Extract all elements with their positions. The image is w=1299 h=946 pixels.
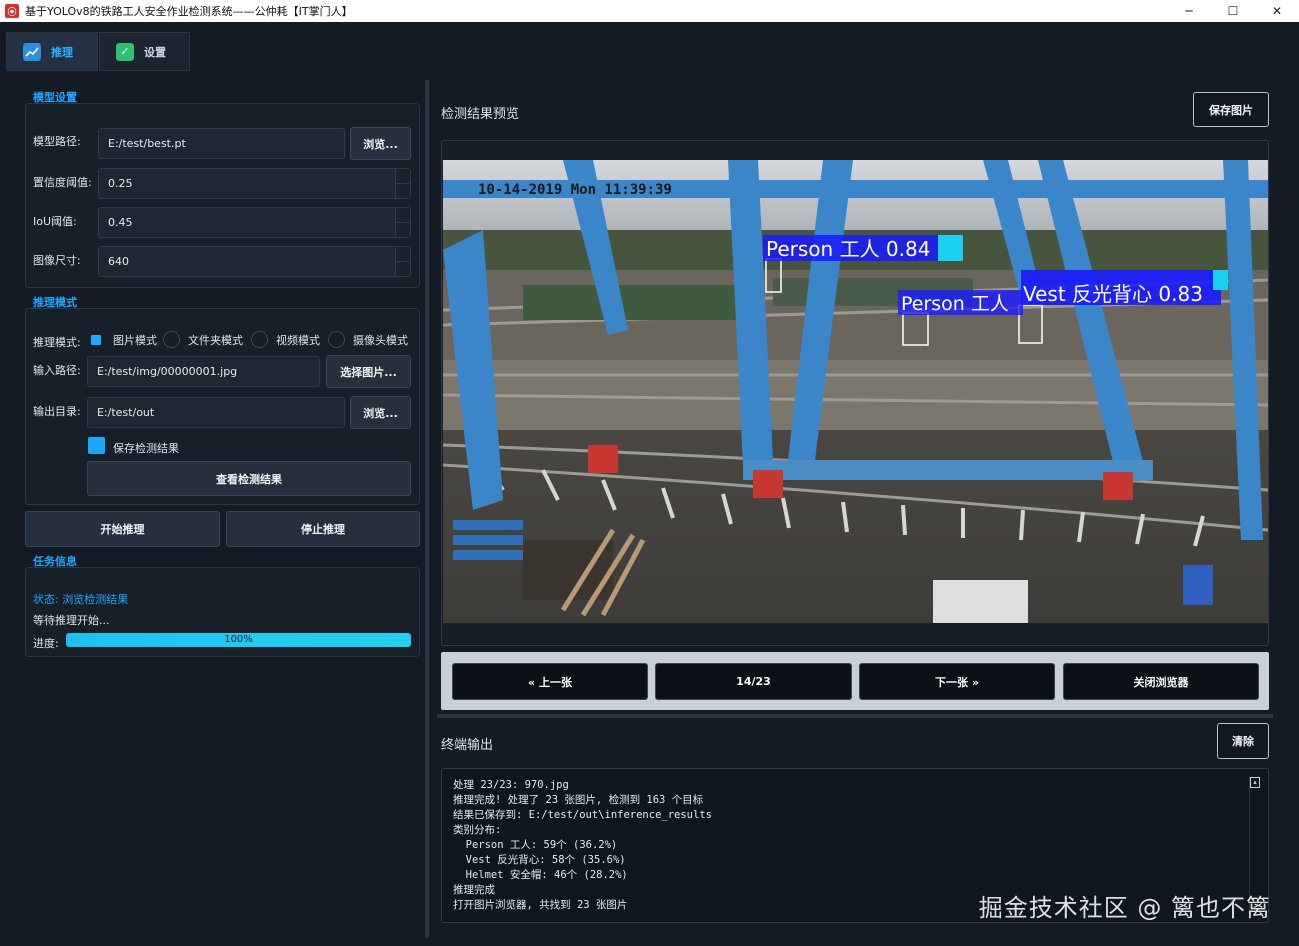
terminal-line: 处理 23/23: 970.jpg	[453, 779, 569, 791]
mode-radio-folder[interactable]: 文件夹模式	[163, 331, 243, 348]
imgsz-spin-arrows[interactable]	[395, 247, 410, 276]
mode-label: 推理模式:	[33, 336, 81, 349]
mode-video-label: 视频模式	[276, 333, 320, 347]
model-path-label: 模型路径:	[33, 135, 81, 148]
input-path-label: 输入路径:	[33, 364, 81, 377]
imgsz-label: 图像尺寸:	[33, 254, 81, 267]
conf-spin-arrows[interactable]	[395, 169, 410, 198]
next-image-button[interactable]: 下一张 »	[859, 663, 1055, 700]
start-inference-button[interactable]: 开始推理	[25, 511, 220, 547]
radio-empty-icon	[328, 331, 345, 348]
mode-image-label: 图片模式	[113, 334, 157, 347]
window-titlebar: ⦿ 基于YOLOv8的铁路工人安全作业检测系统——公仲耗【IT掌门人】 ─ ☐ …	[0, 0, 1299, 22]
progress-bar: 100%	[66, 633, 411, 647]
terminal-line: Person 工人: 59个 (36.2%)	[453, 839, 618, 851]
waiting-text: 等待推理开始...	[33, 614, 110, 627]
progress-text: 100%	[224, 634, 253, 645]
horizontal-splitter[interactable]	[437, 714, 1273, 718]
view-results-button[interactable]: 查看检测结果	[87, 461, 411, 496]
app-logo-icon: ⦿	[5, 4, 19, 18]
radio-selected-icon	[91, 335, 101, 345]
chart-line-icon	[23, 42, 41, 61]
model-path-value: E:/test/best.pt	[108, 137, 186, 150]
tab-inference[interactable]: 推理	[6, 32, 98, 71]
tab-settings-label: 设置	[144, 45, 166, 59]
detection-label-person-2: Person 工人	[901, 293, 1009, 315]
select-image-button[interactable]: 选择图片...	[326, 355, 411, 388]
progress-label: 进度:	[33, 637, 59, 650]
terminal-lines: 处理 23/23: 970.jpg 推理完成! 处理了 23 张图片, 检测到 1…	[453, 778, 712, 913]
model-browse-button[interactable]: 浏览...	[350, 127, 411, 160]
save-results-label: 保存检测结果	[113, 442, 179, 455]
save-results-checkbox[interactable]	[88, 437, 105, 454]
mode-folder-label: 文件夹模式	[188, 333, 243, 347]
detection-label-vest: Vest 反光背心 0.83	[1023, 282, 1203, 306]
detection-label-person: Person 工人 0.84	[766, 237, 930, 261]
save-image-button[interactable]: 保存图片	[1193, 92, 1269, 127]
terminal-line: Vest 反光背心: 58个 (35.6%)	[453, 854, 626, 866]
conf-label: 置信度阈值:	[33, 176, 92, 189]
railway-scene: 10-14-2019 Mon 11:39:39 Person 工人 0.84 P…	[443, 160, 1268, 623]
iou-spin-arrows[interactable]	[395, 208, 410, 237]
status-text: 状态: 浏览检测结果	[33, 593, 129, 606]
window-title: 基于YOLOv8的铁路工人安全作业检测系统——公仲耗【IT掌门人】	[25, 5, 353, 18]
radio-empty-icon	[163, 331, 180, 348]
mode-radio-camera[interactable]: 摄像头模式	[328, 331, 408, 348]
close-button[interactable]: ✕	[1255, 0, 1299, 22]
scroll-up-icon[interactable]: ▴	[1250, 777, 1260, 788]
imgsz-spinbox[interactable]: 640	[98, 246, 411, 277]
mode-radio-image[interactable]: 图片模式	[91, 332, 157, 348]
conf-spinbox[interactable]: 0.25	[98, 168, 411, 199]
model-path-input[interactable]: E:/test/best.pt	[98, 128, 345, 159]
output-browse-button[interactable]: 浏览...	[350, 396, 411, 429]
tab-settings[interactable]: ✓ 设置	[99, 32, 190, 71]
iou-label: IoU阈值:	[33, 215, 77, 228]
minimize-button[interactable]: ─	[1167, 0, 1211, 22]
output-dir-label: 输出目录:	[33, 405, 81, 418]
preview-title: 检测结果预览	[441, 107, 520, 122]
tab-inference-label: 推理	[51, 45, 73, 59]
stop-inference-button[interactable]: 停止推理	[226, 511, 420, 547]
mode-radio-video[interactable]: 视频模式	[251, 331, 320, 348]
terminal-line: 结果已保存到: E:/test/out\inference_results	[453, 809, 712, 821]
terminal-line: 类别分布:	[453, 824, 502, 836]
iou-value: 0.45	[108, 216, 133, 229]
clear-console-button[interactable]: 清除	[1217, 723, 1269, 759]
console-title: 终端输出	[441, 738, 494, 753]
mode-camera-label: 摄像头模式	[353, 333, 408, 347]
detection-image[interactable]: 10-14-2019 Mon 11:39:39 Person 工人 0.84 P…	[443, 160, 1268, 623]
terminal-line: 推理完成! 处理了 23 张图片, 检测到 163 个目标	[453, 794, 704, 806]
vertical-splitter[interactable]	[425, 80, 429, 938]
image-counter: 14/23	[655, 663, 852, 700]
iou-spinbox[interactable]: 0.45	[98, 207, 411, 238]
radio-empty-icon	[251, 331, 268, 348]
conf-value: 0.25	[108, 177, 133, 190]
close-browser-button[interactable]: 关闭浏览器	[1063, 663, 1259, 700]
terminal-line: Helmet 安全帽: 46个 (28.2%)	[453, 869, 628, 881]
imgsz-value: 640	[108, 255, 129, 268]
watermark: 掘金技术社区 @ 篱也不篱	[978, 894, 1271, 922]
output-dir-input[interactable]: E:/test/out	[87, 397, 345, 428]
terminal-line: 推理完成	[453, 884, 495, 896]
prev-image-button[interactable]: « 上一张	[452, 663, 648, 700]
image-timestamp: 10-14-2019 Mon 11:39:39	[478, 182, 672, 198]
output-dir-value: E:/test/out	[97, 406, 155, 419]
input-path-input[interactable]: E:/test/img/00000001.jpg	[87, 356, 320, 387]
terminal-line: 打开图片浏览器, 共找到 23 张图片	[453, 899, 628, 911]
checkbox-icon: ✓	[116, 42, 134, 61]
input-path-value: E:/test/img/00000001.jpg	[97, 365, 238, 378]
maximize-button[interactable]: ☐	[1211, 0, 1255, 22]
